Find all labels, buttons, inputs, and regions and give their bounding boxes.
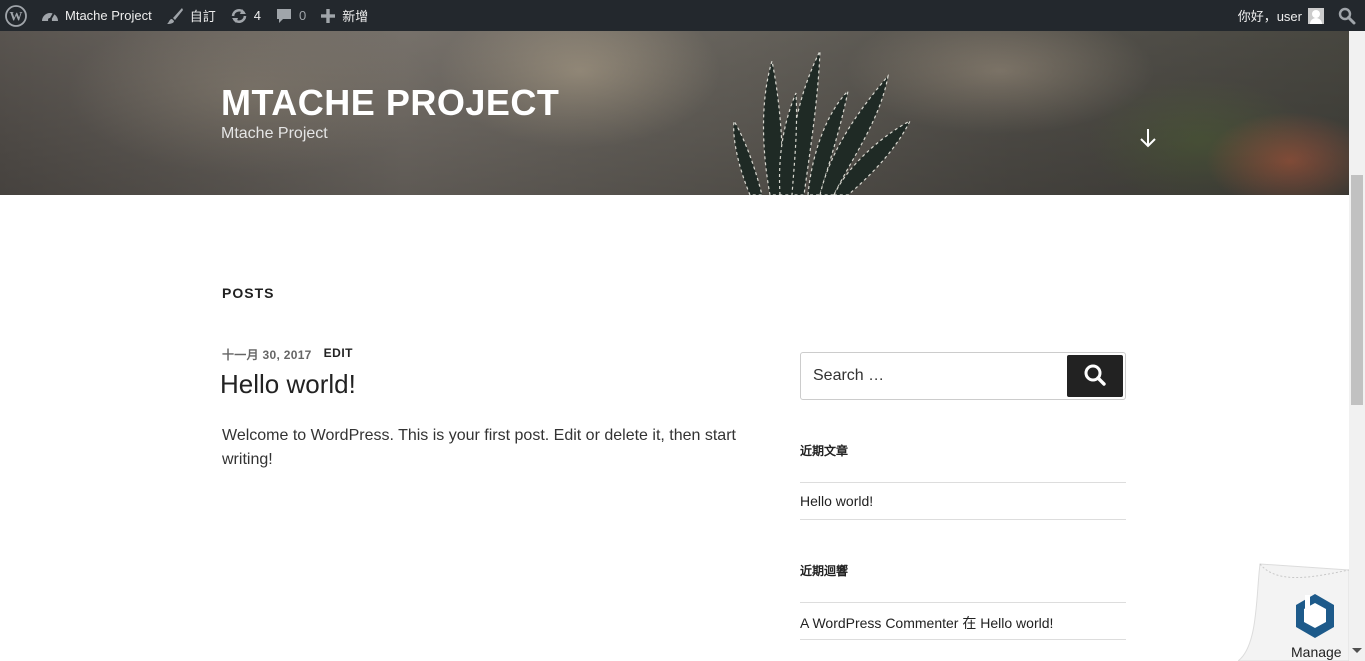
new-content-menu[interactable]: 新增: [313, 0, 375, 31]
brush-icon: [166, 7, 184, 25]
post-meta: 十一月 30, 2017 EDIT: [222, 346, 353, 363]
search-icon: [1083, 363, 1107, 390]
comment-author-link[interactable]: A WordPress Commenter: [800, 615, 958, 631]
post-excerpt: Welcome to WordPress. This is your first…: [222, 427, 736, 468]
plant-image: [733, 50, 912, 195]
wordpress-logo-menu[interactable]: W: [0, 0, 34, 31]
comment-bubble-icon: [275, 7, 293, 25]
post-date-link[interactable]: 十一月 30, 2017: [222, 346, 312, 363]
customize-menu[interactable]: 自訂: [159, 0, 223, 31]
search-submit-button[interactable]: [1067, 355, 1123, 397]
post-title-link[interactable]: Hello world!: [220, 369, 356, 400]
my-account-menu[interactable]: 你好，user: [1231, 0, 1331, 31]
svg-text:W: W: [10, 8, 23, 23]
updates-count: 4: [253, 8, 261, 23]
admin-bar: W Mtache Project 自訂 4 0 新增 你好，user: [0, 0, 1365, 31]
plus-icon: [320, 8, 336, 24]
site-name-label: Mtache Project: [65, 8, 152, 23]
scrollbar-thumb[interactable]: [1351, 175, 1363, 405]
manage-label[interactable]: Manage: [1291, 644, 1342, 660]
search-icon: [1338, 7, 1356, 25]
recent-posts-title: 近期文章: [800, 444, 849, 458]
greeting-label: 你好，user: [1237, 9, 1302, 24]
sidebar-search-form: [800, 352, 1126, 400]
new-content-label: 新增: [342, 9, 369, 24]
site-header-image: MTACHE PROJECT Mtache Project: [0, 31, 1349, 195]
edit-post-link[interactable]: EDIT: [324, 346, 353, 363]
recent-comments-list: A WordPress Commenter 在 Hello world!: [800, 602, 1126, 640]
recent-posts-list: Hello world!: [800, 482, 1126, 520]
recent-comments-title: 近期迴響: [800, 564, 849, 578]
site-description: Mtache Project: [221, 125, 328, 142]
comment-post-link[interactable]: Hello world!: [980, 615, 1053, 631]
comments-count: 0: [298, 8, 307, 23]
scroll-down-arrow-icon[interactable]: [1352, 648, 1362, 653]
updates-menu[interactable]: 4: [223, 0, 268, 31]
avatar: [1308, 7, 1324, 24]
comments-menu[interactable]: 0: [268, 0, 313, 31]
site-name-menu[interactable]: Mtache Project: [34, 0, 159, 31]
dashboard-icon: [41, 8, 59, 24]
customize-label: 自訂: [189, 9, 216, 24]
search-input[interactable]: [801, 353, 1065, 399]
wordpress-logo-icon: W: [5, 4, 27, 27]
recent-post-link[interactable]: Hello world!: [800, 493, 873, 509]
page-heading: POSTS: [222, 285, 275, 301]
site-title[interactable]: MTACHE PROJECT: [221, 82, 559, 124]
scroll-down-arrow-icon[interactable]: [1138, 126, 1158, 155]
adminbar-search-button[interactable]: [1331, 0, 1365, 31]
comment-connector-text: 在: [962, 615, 977, 631]
updates-icon: [230, 7, 248, 25]
